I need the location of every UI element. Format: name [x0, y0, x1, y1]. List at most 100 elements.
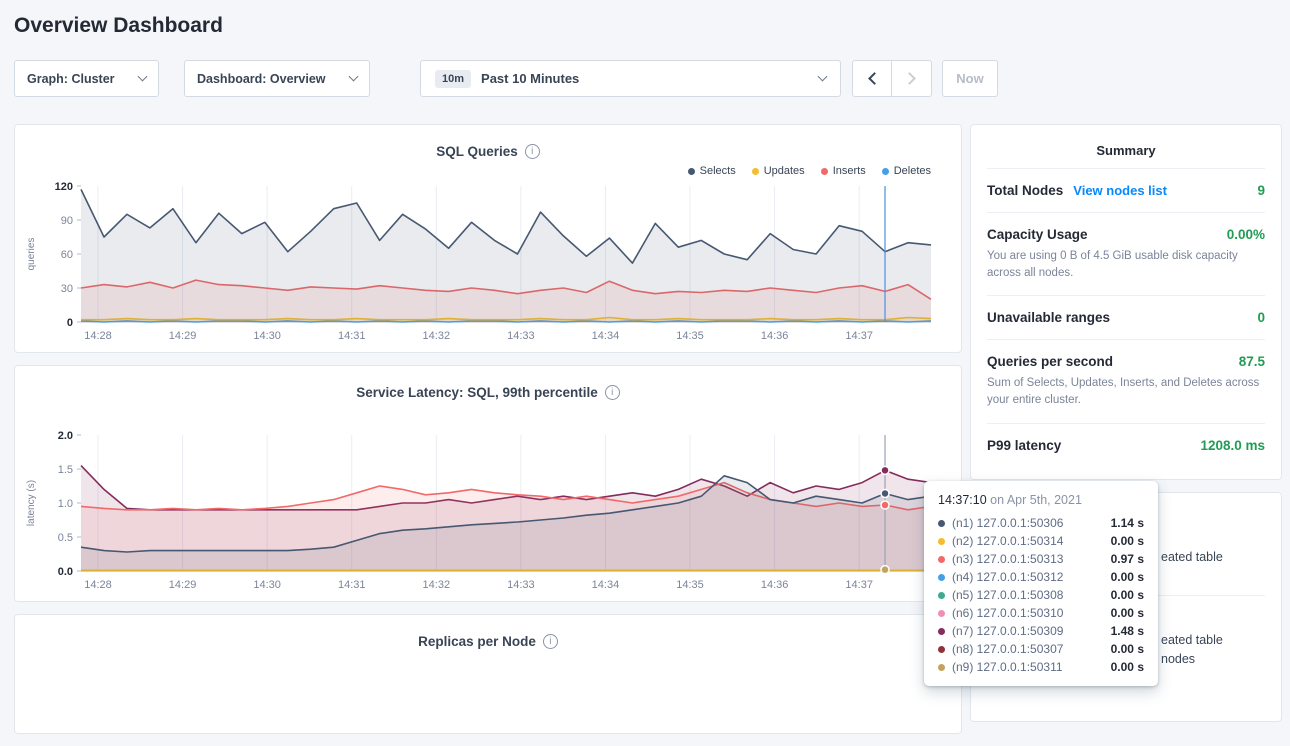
tooltip-node-name: (n4) 127.0.0.1:50312 [952, 570, 1063, 584]
summary-label: Capacity Usage [987, 227, 1088, 242]
service-latency-chart[interactable]: 14:2814:2914:3014:3114:3214:3314:3414:35… [21, 429, 955, 593]
svg-text:queries: queries [26, 238, 37, 271]
svg-text:30: 30 [61, 283, 73, 295]
tooltip-node-value: 1.48 s [1111, 624, 1144, 638]
time-prev-button[interactable] [852, 60, 892, 97]
chevron-left-icon [868, 72, 881, 85]
tooltip-node-name: (n9) 127.0.0.1:50311 [952, 660, 1063, 674]
series-dot-icon [752, 168, 759, 175]
chart-legend: Selects Updates Inserts Deletes [15, 160, 961, 178]
tooltip-node-name: (n8) 127.0.0.1:50307 [952, 642, 1063, 656]
info-icon[interactable]: i [605, 385, 620, 400]
tooltip-node-value: 0.00 s [1111, 534, 1144, 548]
svg-text:14:37: 14:37 [845, 579, 873, 591]
tooltip-node-name: (n5) 127.0.0.1:50308 [952, 588, 1063, 602]
series-dot-icon [821, 168, 828, 175]
summary-value: 87.5 [1239, 354, 1265, 369]
toolbar: Graph: Cluster Dashboard: Overview 10m P… [14, 60, 1276, 97]
time-range-dropdown[interactable]: 10m Past 10 Minutes [420, 60, 841, 97]
svg-text:2.0: 2.0 [58, 430, 73, 442]
series-dot-icon [938, 592, 945, 599]
legend-label: Updates [764, 165, 805, 177]
svg-text:14:34: 14:34 [592, 579, 620, 591]
svg-text:14:28: 14:28 [84, 579, 112, 591]
chevron-down-icon [138, 72, 148, 82]
svg-text:1.0: 1.0 [58, 498, 73, 510]
svg-text:14:33: 14:33 [507, 579, 535, 591]
summary-panel: Summary Total Nodes View nodes list 9 Ca… [970, 124, 1282, 480]
event-item-text[interactable]: eated table [1161, 633, 1223, 647]
legend-item[interactable]: Inserts [821, 164, 866, 178]
svg-text:60: 60 [61, 249, 73, 261]
tooltip-node-value: 0.00 s [1111, 588, 1144, 602]
chart-hover-tooltip: 14:37:10 on Apr 5th, 2021 (n1) 127.0.0.1… [924, 481, 1158, 686]
info-icon[interactable]: i [525, 144, 540, 159]
summary-row-p99-latency: P99 latency 1208.0 ms [987, 423, 1265, 467]
page-title: Overview Dashboard [14, 14, 1290, 38]
legend-item[interactable]: Selects [688, 164, 736, 178]
svg-text:14:34: 14:34 [592, 330, 620, 342]
graph-dropdown[interactable]: Graph: Cluster [14, 60, 159, 97]
svg-text:14:35: 14:35 [676, 579, 704, 591]
svg-text:14:29: 14:29 [169, 330, 197, 342]
summary-label: P99 latency [987, 438, 1061, 453]
summary-label: Total Nodes [987, 183, 1063, 198]
svg-text:14:31: 14:31 [338, 330, 366, 342]
tooltip-node-value: 0.97 s [1111, 552, 1144, 566]
summary-label: Queries per second [987, 354, 1113, 369]
tooltip-node-value: 0.00 s [1111, 660, 1144, 674]
svg-text:14:31: 14:31 [338, 579, 366, 591]
legend-label: Selects [700, 165, 736, 177]
series-dot-icon [938, 556, 945, 563]
chart-header: Service Latency: SQL, 99th percentile i [15, 366, 961, 401]
graph-dropdown-label: Graph: Cluster [27, 72, 115, 86]
now-button[interactable]: Now [942, 60, 998, 97]
tooltip-row: (n6) 127.0.0.1:503100.00 s [938, 604, 1144, 622]
tooltip-row: (n7) 127.0.0.1:503091.48 s [938, 622, 1144, 640]
summary-row-unavailable-ranges: Unavailable ranges 0 [987, 295, 1265, 339]
time-next-button[interactable] [892, 60, 932, 97]
legend-label: Inserts [833, 165, 866, 177]
svg-text:0.0: 0.0 [58, 566, 73, 578]
time-range-badge: 10m [435, 70, 471, 88]
svg-text:14:32: 14:32 [423, 579, 451, 591]
summary-row-total-nodes: Total Nodes View nodes list 9 [987, 168, 1265, 212]
dashboard-dropdown[interactable]: Dashboard: Overview [184, 60, 370, 97]
chart-title: SQL Queries [436, 144, 518, 159]
summary-label: Unavailable ranges [987, 310, 1110, 325]
summary-value: 1208.0 ms [1200, 438, 1265, 453]
summary-description: You are using 0 B of 4.5 GiB usable disk… [987, 248, 1265, 281]
tooltip-node-name: (n1) 127.0.0.1:50306 [952, 516, 1063, 530]
event-item-text[interactable]: nodes [1161, 652, 1195, 666]
legend-item[interactable]: Deletes [882, 164, 931, 178]
time-pager [852, 60, 932, 97]
svg-text:90: 90 [61, 215, 73, 227]
info-icon[interactable]: i [543, 634, 558, 649]
chevron-down-icon [349, 72, 359, 82]
svg-text:14:36: 14:36 [761, 330, 789, 342]
svg-text:14:30: 14:30 [253, 579, 281, 591]
summary-description: Sum of Selects, Updates, Inserts, and De… [987, 375, 1265, 408]
tooltip-time: 14:37:10 [938, 493, 987, 507]
chevron-down-icon [818, 72, 828, 82]
sql-queries-chart-card: SQL Queries i Selects Updates Inserts Delet… [14, 124, 962, 353]
svg-text:latency (s): latency (s) [26, 480, 37, 526]
service-latency-chart-card: Service Latency: SQL, 99th percentile i … [14, 365, 962, 602]
time-range-label: Past 10 Minutes [481, 71, 579, 86]
tooltip-row: (n3) 127.0.0.1:503130.97 s [938, 550, 1144, 568]
summary-title: Summary [971, 125, 1281, 168]
chart-title: Service Latency: SQL, 99th percentile [356, 385, 598, 400]
svg-text:14:30: 14:30 [253, 330, 281, 342]
chart-header: Replicas per Node i [15, 615, 961, 650]
chart-header: SQL Queries i [15, 125, 961, 160]
view-nodes-list-link[interactable]: View nodes list [1073, 183, 1167, 198]
tooltip-row: (n2) 127.0.0.1:503140.00 s [938, 532, 1144, 550]
legend-item[interactable]: Updates [752, 164, 805, 178]
series-dot-icon [938, 628, 945, 635]
series-dot-icon [938, 664, 945, 671]
event-item-text[interactable]: eated table [1161, 550, 1223, 564]
svg-text:120: 120 [55, 181, 73, 193]
sql-queries-chart[interactable]: 14:2814:2914:3014:3114:3214:3314:3414:35… [21, 180, 955, 344]
svg-text:14:36: 14:36 [761, 579, 789, 591]
tooltip-date: on Apr 5th, 2021 [990, 493, 1082, 507]
